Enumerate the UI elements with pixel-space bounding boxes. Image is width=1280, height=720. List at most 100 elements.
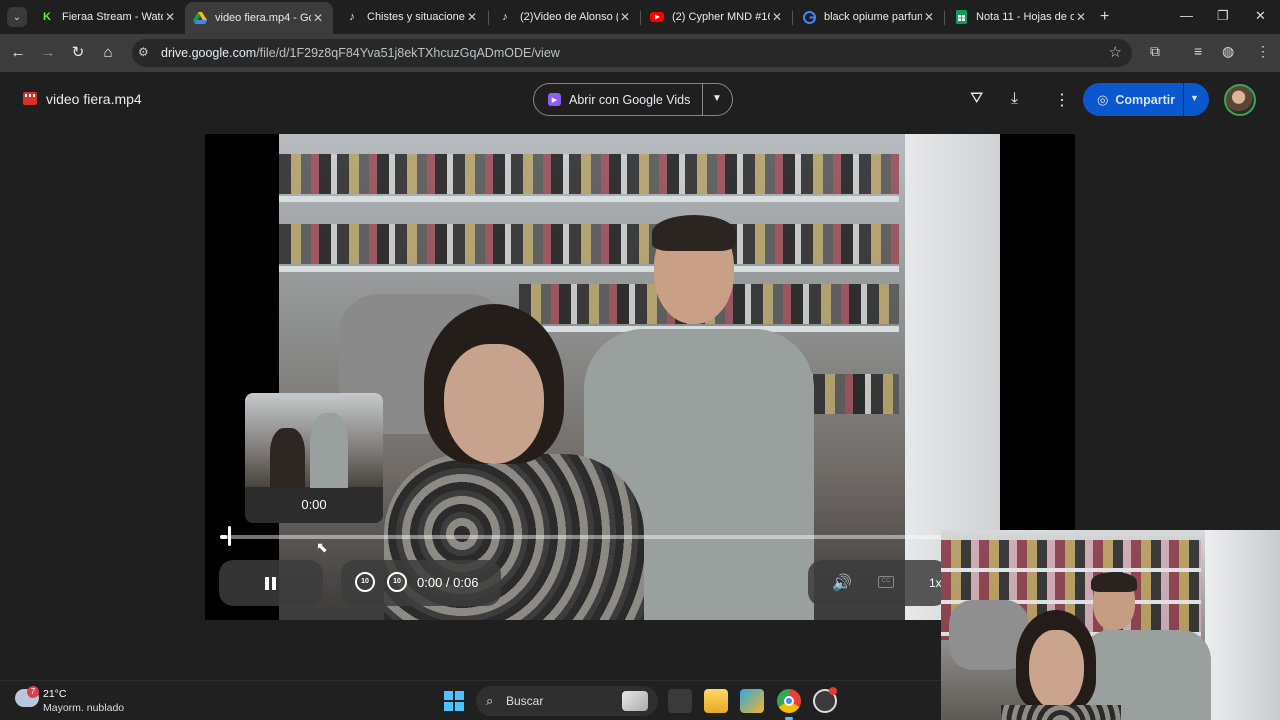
picture-in-picture-window[interactable] [941,530,1280,720]
tab-separator [640,11,641,25]
pause-icon[interactable] [265,577,277,590]
close-tab-icon[interactable]: ✕ [618,10,632,24]
button-divider [702,84,703,115]
search-label: Buscar [506,694,544,708]
tab-title: (2)Video de Alonso ( [520,11,618,23]
share-label: Compartir [1115,92,1176,107]
time-display: 0:00 / 0:06 [417,575,479,590]
forward-10-icon[interactable]: 10 [387,572,407,592]
tab-title: (2) Cypher MND #16 [672,11,770,23]
new-tab-button[interactable]: + [1100,8,1109,26]
tab-search-button[interactable]: ⌄ [7,7,27,27]
add-to-drive-icon[interactable]: ⛛ [970,90,983,108]
download-icon[interactable]: ⤓ [1011,90,1018,108]
tab-separator [792,11,793,25]
progress-fill [220,535,228,539]
google-icon [802,10,816,24]
right-controls: 🔊 CC 1x [808,560,948,606]
captions-icon[interactable]: CC [878,576,894,588]
taskbar-search[interactable]: ⌕ Buscar [476,686,658,716]
tiktok-icon: ♪ [349,11,355,23]
tab-title: Nota 11 - Hojas de c [976,11,1074,23]
volume-icon[interactable]: 🔊 [832,573,852,593]
close-tab-icon[interactable]: ✕ [1074,10,1088,24]
browser-menu-icon[interactable]: ⋮ [1256,43,1270,60]
more-options-icon[interactable]: ⋮ [1054,90,1070,110]
url-path: /file/d/1F29z8qF84Yva51j8ekTXhcuzGqADmOD… [256,46,560,60]
preview-image [245,393,383,488]
weather-condition[interactable]: Mayorm. nublado [43,702,124,714]
task-view-icon[interactable] [668,689,692,713]
shelf [279,196,899,202]
rewind-10-icon[interactable]: 10 [355,572,375,592]
recording-app-icon[interactable] [813,687,837,713]
search-icon: ⌕ [486,693,494,708]
progress-handle[interactable] [228,526,231,546]
tab-title: black opiume parfun [824,11,922,23]
globe-icon: ◎ [1097,91,1109,107]
seek-preview-thumbnail: 0:00 [245,393,383,523]
file-explorer-icon[interactable] [704,689,728,713]
back-arrow-icon[interactable]: ← [8,43,28,63]
shelf-products [279,154,899,194]
weather-badge: 7 [27,686,39,698]
open-with-dropdown-icon[interactable]: ▼ [712,93,722,104]
profile-icon[interactable]: ◍ [1222,43,1234,60]
progress-bar[interactable] [220,526,960,546]
account-avatar[interactable] [1224,84,1256,116]
close-tab-icon[interactable]: ✕ [770,10,784,24]
tab-separator [944,11,945,25]
pip-person-woman [1001,610,1121,720]
media-controls-icon[interactable]: ≡ [1194,43,1202,59]
close-window-icon[interactable]: ✕ [1255,8,1266,24]
playback-speed-button[interactable]: 1x [929,576,942,590]
extensions-icon[interactable]: ⧉ [1150,43,1160,60]
tab-title: Fieraa Stream - Wato [62,11,163,23]
google-vids-icon: ▶ [548,93,561,106]
search-highlight-image [622,691,648,711]
share-dropdown-icon[interactable]: ▼ [1190,93,1199,103]
google-sheets-icon [954,10,968,24]
close-tab-icon[interactable]: ✕ [163,10,177,24]
site-info-icon[interactable]: ⚙ [138,45,149,59]
close-tab-icon[interactable]: ✕ [465,10,479,24]
mouse-cursor-icon: ⬉ [316,539,328,555]
file-name: video fiera.mp4 [46,91,142,107]
windows-start-icon[interactable] [444,691,464,711]
tab-video-alonso[interactable]: ♪ (2)Video de Alonso ( ✕ [490,4,640,30]
kick-icon: K [43,11,51,23]
close-tab-icon[interactable]: ✕ [922,10,936,24]
drive-preview-header: video fiera.mp4 ▶ Abrir con Google Vids … [0,72,1280,130]
tab-nota-11[interactable]: Nota 11 - Hojas de c ✕ [946,4,1096,30]
tab-separator [488,11,489,25]
app-icon[interactable] [740,689,764,713]
chrome-icon[interactable] [777,689,801,720]
tab-video-fiera[interactable]: video fiera.mp4 - Go ✕ [185,2,333,34]
tab-fieraa-stream[interactable]: K Fieraa Stream - Wato ✕ [32,4,185,30]
minimize-icon[interactable]: — [1180,8,1193,23]
forward-arrow-icon[interactable]: → [38,43,58,63]
tab-black-opium[interactable]: black opiume parfun ✕ [794,4,944,30]
home-icon[interactable]: ⌂ [98,43,118,63]
pip-wall [1205,530,1280,720]
url-text: drive.google.com/file/d/1F29z8qF84Yva51j… [161,46,560,60]
tab-title: video fiera.mp4 - Go [215,12,311,24]
close-tab-icon[interactable]: ✕ [311,11,325,25]
temperature[interactable]: 21°C [43,688,66,700]
tab-chistes[interactable]: ♪ Chistes y situaciones ✕ [337,4,487,30]
youtube-icon [650,10,664,24]
seek-controls: 10 10 0:00 / 0:06 [341,560,501,606]
tab-cypher-mnd[interactable]: (2) Cypher MND #16 ✕ [642,4,792,30]
share-button[interactable]: ◎ Compartir ▼ [1083,83,1209,116]
google-drive-icon [193,11,207,25]
restore-icon[interactable]: ❐ [1217,8,1229,24]
open-with-label: Abrir con Google Vids [569,92,691,107]
play-pause-pill [219,560,323,606]
open-with-button[interactable]: ▶ Abrir con Google Vids ▼ [533,83,733,116]
reload-icon[interactable]: ↻ [68,43,88,63]
bookmark-star-icon[interactable]: ☆ [1109,43,1122,61]
browser-toolbar: ← → ↻ ⌂ ⚙ drive.google.com/file/d/1F29z8… [0,34,1280,72]
preview-time: 0:00 [301,497,327,512]
tab-title: Chistes y situaciones [367,11,465,23]
address-bar[interactable]: ⚙ drive.google.com/file/d/1F29z8qF84Yva5… [132,39,1132,67]
